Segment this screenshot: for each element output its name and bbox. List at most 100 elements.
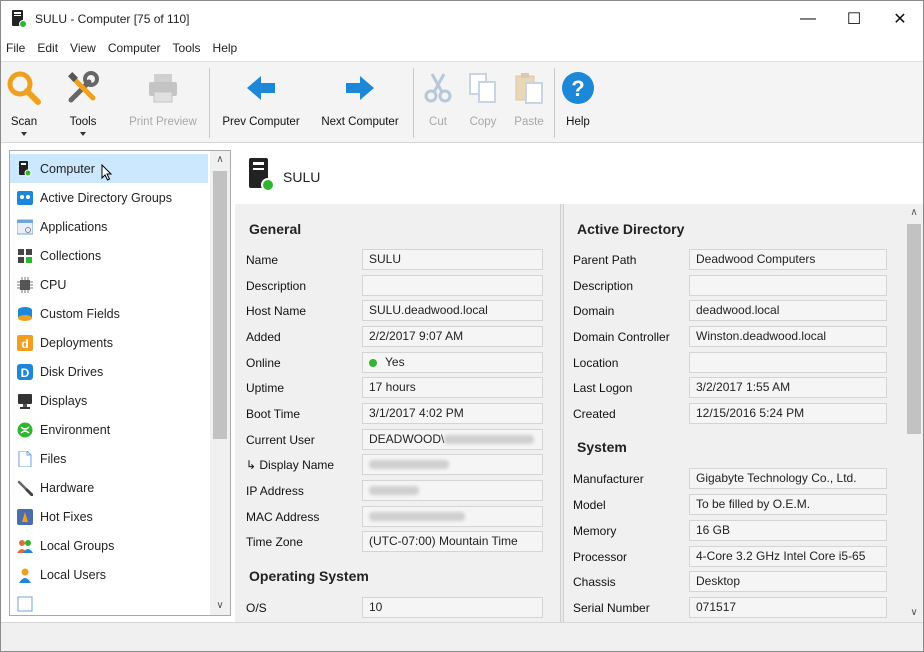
sidebar-item-active-directory-groups[interactable]: Active Directory Groups xyxy=(10,183,208,212)
menu-file[interactable]: File xyxy=(1,37,31,59)
prev-computer-button[interactable]: Prev Computer xyxy=(213,62,309,142)
boot-time-label: Boot Time xyxy=(246,407,301,421)
scroll-up-icon[interactable]: ∧ xyxy=(905,204,923,222)
sidebar-item-hot-fixes[interactable]: Hot Fixes xyxy=(10,502,208,531)
next-computer-button[interactable]: Next Computer xyxy=(311,62,409,142)
sidebar-item-label: Local Users xyxy=(40,567,106,582)
ip-address-value[interactable] xyxy=(362,480,543,501)
menu-edit[interactable]: Edit xyxy=(31,37,64,59)
app-window: SULU - Computer [75 of 110] — ☐ ✕ File E… xyxy=(0,0,924,652)
arrow-right-icon xyxy=(346,76,374,100)
details-scrollbar[interactable]: ∧ ∨ xyxy=(905,204,923,622)
created-value[interactable]: 12/15/2016 5:24 PM xyxy=(689,403,887,424)
menu-tools[interactable]: Tools xyxy=(167,37,207,59)
maximize-button[interactable]: ☐ xyxy=(831,1,877,37)
online-status-icon xyxy=(369,358,377,367)
paste-icon xyxy=(515,73,543,104)
online-value[interactable]: Yes xyxy=(362,352,543,373)
scroll-up-icon[interactable]: ∧ xyxy=(210,151,230,169)
domain-controller-value[interactable]: Winston.deadwood.local xyxy=(689,326,887,347)
description-value[interactable] xyxy=(362,275,543,296)
column-divider[interactable] xyxy=(560,204,564,622)
processor-value[interactable]: 4-Core 3.2 GHz Intel Core i5-65 xyxy=(689,546,887,567)
sidebar-item-computer[interactable]: Computer xyxy=(10,154,208,183)
scroll-down-icon[interactable]: ∨ xyxy=(905,604,923,622)
sidebar-item-label: Collections xyxy=(40,248,102,263)
ad-description-label: Description xyxy=(573,279,634,293)
current-user-value[interactable]: DEADWOOD\ xyxy=(362,429,543,450)
details-scroll-thumb[interactable] xyxy=(907,224,921,434)
ad-groups-icon xyxy=(17,190,33,206)
print-preview-button[interactable]: Print Preview xyxy=(119,62,207,142)
sidebar-scrollbar[interactable]: ∧ ∨ xyxy=(210,151,230,615)
name-value[interactable]: SULU xyxy=(362,249,543,270)
added-value[interactable]: 2/2/2017 9:07 AM xyxy=(362,326,543,347)
manufacturer-value[interactable]: Gigabyte Technology Co., Ltd. xyxy=(689,468,887,489)
sidebar-item-deployments[interactable]: d Deployments xyxy=(10,328,208,357)
description-label: Description xyxy=(246,279,307,293)
ip-address-label: IP Address xyxy=(246,484,304,498)
scissors-icon xyxy=(424,73,452,103)
minimize-button[interactable]: — xyxy=(785,1,831,37)
memory-value[interactable]: 16 GB xyxy=(689,520,887,541)
sidebar-item-local-users[interactable]: Local Users xyxy=(10,560,208,589)
location-value[interactable] xyxy=(689,352,887,373)
magnifier-icon xyxy=(7,71,41,105)
model-value[interactable]: To be filled by O.E.M. xyxy=(689,494,887,515)
computer-app-icon xyxy=(11,10,27,28)
display-name-value[interactable] xyxy=(362,454,543,475)
time-zone-value[interactable]: (UTC-07:00) Mountain Time xyxy=(362,531,543,552)
scan-button[interactable]: Scan xyxy=(3,62,45,142)
applications-icon xyxy=(17,219,33,235)
scroll-down-icon[interactable]: ∨ xyxy=(210,597,230,615)
uptime-value[interactable]: 17 hours xyxy=(362,377,543,398)
deployments-icon: d xyxy=(17,334,33,351)
sidebar-item-environment[interactable]: Environment xyxy=(10,415,208,444)
serial-number-value[interactable]: 071517 xyxy=(689,597,887,618)
host-name-value[interactable]: SULU.deadwood.local xyxy=(362,300,543,321)
domain-value[interactable]: deadwood.local xyxy=(689,300,887,321)
scan-label: Scan xyxy=(10,116,38,128)
sidebar-scroll-thumb[interactable] xyxy=(213,171,227,439)
tools-button[interactable]: Tools xyxy=(61,62,105,142)
window-title: SULU - Computer [75 of 110] xyxy=(35,12,190,26)
name-label: Name xyxy=(246,253,279,267)
sidebar-item-files[interactable]: Files xyxy=(10,444,208,473)
sidebar-item-disk-drives[interactable]: D Disk Drives xyxy=(10,357,208,386)
last-logon-value[interactable]: 3/2/2017 1:55 AM xyxy=(689,377,887,398)
sidebar-item-hardware[interactable]: Hardware xyxy=(10,473,208,502)
sidebar-item-applications[interactable]: Applications xyxy=(10,212,208,241)
ad-description-value[interactable] xyxy=(689,275,887,296)
sidebar-item-label: Displays xyxy=(40,393,88,408)
print-preview-label: Print Preview xyxy=(129,116,197,128)
mac-address-value[interactable] xyxy=(362,506,543,527)
sidebar-item-collections[interactable]: Collections xyxy=(10,241,208,270)
cut-button[interactable]: Cut xyxy=(419,62,457,142)
chassis-value[interactable]: Desktop xyxy=(689,571,887,592)
sidebar-item-displays[interactable]: Displays xyxy=(10,386,208,415)
svg-text:?: ? xyxy=(571,76,584,101)
paste-button[interactable]: Paste xyxy=(507,62,551,142)
computer-icon xyxy=(17,160,33,177)
menu-computer[interactable]: Computer xyxy=(102,37,167,59)
sidebar-item-label: Files xyxy=(40,451,67,466)
toolbar-separator xyxy=(209,68,210,138)
svg-text:D: D xyxy=(21,366,30,380)
os-value[interactable]: 10 xyxy=(362,597,543,618)
copy-button[interactable]: Copy xyxy=(461,62,505,142)
help-button[interactable]: ? Help xyxy=(559,62,597,142)
parent-path-value[interactable]: Deadwood Computers xyxy=(689,249,887,270)
computer-details: SULU General Name SULU Description Host … xyxy=(235,150,923,622)
sidebar-item-custom-fields[interactable]: Custom Fields xyxy=(10,299,208,328)
menu-view[interactable]: View xyxy=(64,37,102,59)
arrow-left-icon xyxy=(247,76,275,100)
menu-help[interactable]: Help xyxy=(207,37,244,59)
boot-time-value[interactable]: 3/1/2017 4:02 PM xyxy=(362,403,543,424)
sidebar-item-local-groups[interactable]: Local Groups xyxy=(10,531,208,560)
close-button[interactable]: ✕ xyxy=(877,1,923,37)
last-logon-label: Last Logon xyxy=(573,381,633,395)
sidebar-item-label: Local Groups xyxy=(40,538,115,553)
sidebar-item-cpu[interactable]: CPU xyxy=(10,270,208,299)
category-sidebar: Computer Active Directory Groups Applica… xyxy=(9,150,231,616)
help-icon: ? xyxy=(562,72,594,104)
